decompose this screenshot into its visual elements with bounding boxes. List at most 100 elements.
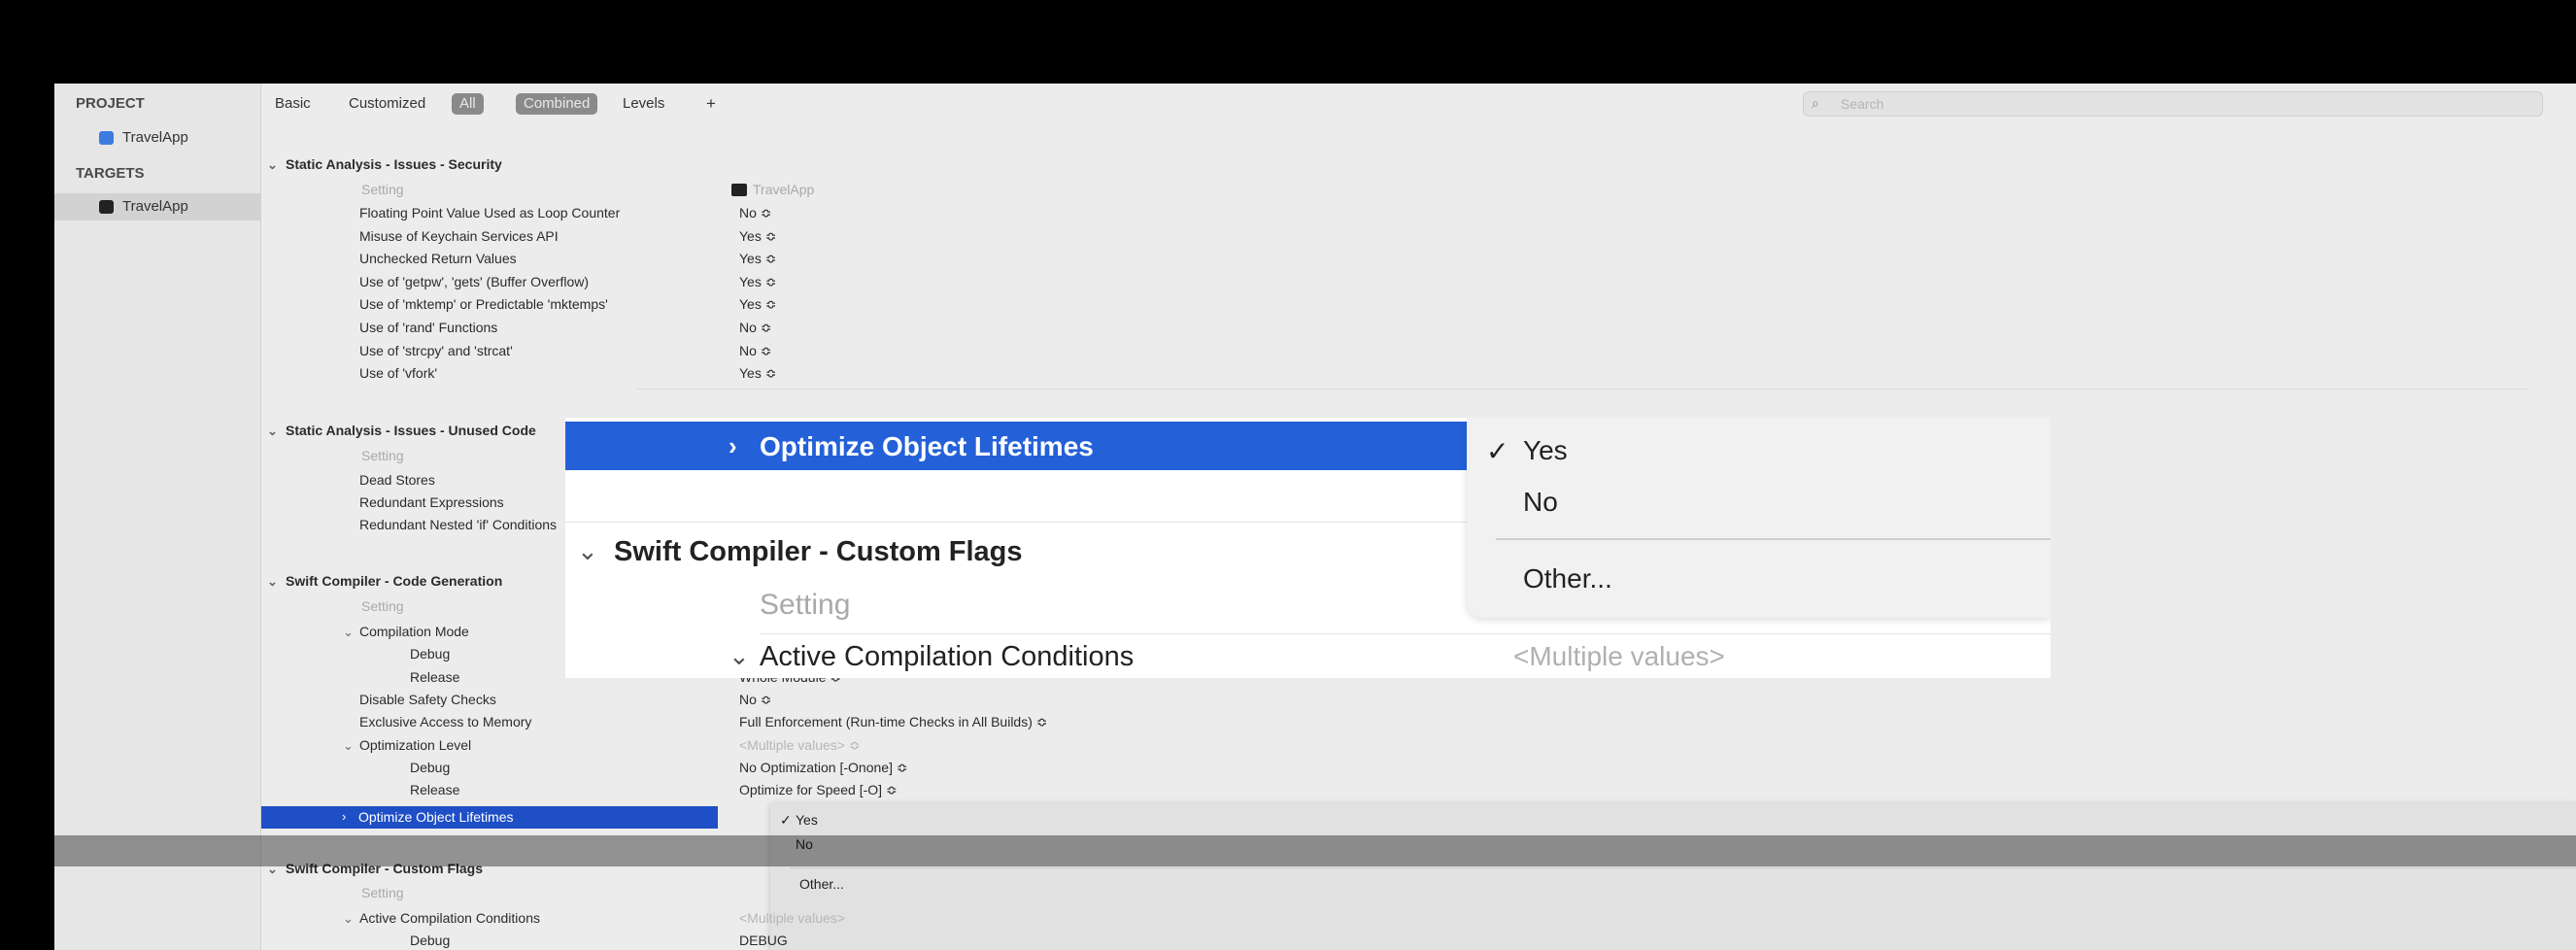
checkmark-icon: ✓ [1486,436,1509,466]
setting-name: Dead Stores [359,472,435,488]
setting-value[interactable]: Full Enforcement (Run-time Checks in All… [739,711,1048,733]
project-navigator: PROJECT TravelApp TARGETS TravelApp [54,84,261,950]
setting-value[interactable]: No ≎ [739,340,772,362]
target-item-label: TravelApp [122,198,188,215]
app-project-icon [99,131,114,145]
chevron-right-icon: › [729,431,737,460]
setting-row-active-compilation-conditions[interactable]: ⌄ Active Compilation Conditions <Multipl… [261,907,2576,930]
tab-combined[interactable]: Combined [516,93,598,115]
project-item-label: TravelApp [122,129,188,146]
setting-column-header: Setting [361,885,404,900]
chevron-down-icon: ⌄ [729,641,750,670]
menu-divider [1496,538,2051,540]
dimming-overlay [54,835,2576,866]
setting-name: Debug [410,760,451,775]
setting-name: Use of 'vfork' [359,365,438,381]
setting-row-opt-debug[interactable]: Debug No Optimization [-Onone] ≎ [261,757,2576,779]
setting-column-header: Setting [361,598,404,614]
divider [565,522,1467,523]
section-header-security[interactable]: ⌄ Static Analysis - Issues - Security [261,153,2576,176]
setting-value[interactable]: Yes ≎ [739,362,776,385]
setting-name: Floating Point Value Used as Loop Counte… [359,205,621,221]
setting-column-header: Setting [361,182,404,197]
zoom-setting-name: Optimize Object Lifetimes [760,431,1094,461]
setting-name: Redundant Expressions [359,494,504,510]
setting-row-optimize-object-lifetimes[interactable]: › Optimize Object Lifetimes [261,806,718,829]
tab-all[interactable]: All [452,93,484,115]
tab-basic[interactable]: Basic [267,93,319,115]
divider [760,633,2051,634]
setting-row[interactable]: Use of 'rand' Functions No ≎ [261,317,2576,339]
setting-name: Debug [410,646,451,662]
setting-name: Debug [410,933,451,948]
setting-row[interactable]: Use of 'vfork' Yes ≎ [261,362,2576,385]
setting-row-disable-safety[interactable]: Disable Safety Checks No ≎ [261,689,2576,711]
setting-name: Misuse of Keychain Services API [359,228,559,244]
target-column-header: TravelApp [753,182,815,197]
menu-item-no[interactable]: No [1523,487,1558,518]
setting-value[interactable]: Yes ≎ [739,225,776,248]
setting-value[interactable]: <Multiple values> [739,907,845,930]
setting-value[interactable]: No ≎ [739,317,772,339]
setting-name: Optimize Object Lifetimes [358,809,514,825]
setting-value[interactable]: Yes ≎ [739,271,776,293]
setting-value[interactable]: Optimize for Speed [-O] ≎ [739,779,898,801]
setting-name: Compilation Mode [359,624,469,639]
zoom-highlighted-row: › Optimize Object Lifetimes [565,422,1467,470]
zoom-setting-name: Active Compilation Conditions [760,641,1135,672]
menu-item-yes[interactable]: Yes [1523,435,1568,466]
setting-row[interactable]: Misuse of Keychain Services API Yes ≎ [261,225,2576,248]
setting-row[interactable]: Unchecked Return Values Yes ≎ [261,248,2576,270]
setting-name: Use of 'mktemp' or Predictable 'mktemps' [359,296,608,312]
setting-name: Use of 'getpw', 'gets' (Buffer Overflow) [359,274,590,289]
checkmark-icon: ✓ [780,812,792,828]
setting-value[interactable]: No Optimization [-Onone] ≎ [739,757,908,779]
setting-value[interactable]: Yes ≎ [739,248,776,270]
setting-name: Use of 'rand' Functions [359,320,498,335]
divider [635,389,2527,390]
setting-value[interactable]: Yes ≎ [739,293,776,316]
setting-row[interactable]: Use of 'strcpy' and 'strcat' No ≎ [261,340,2576,362]
setting-row-optimization-level[interactable]: ⌄ Optimization Level <Multiple values> ≎ [261,734,2576,757]
setting-value[interactable]: DEBUG [739,930,788,950]
menu-item-other[interactable]: Other... [1523,563,1612,594]
section-title: Swift Compiler - Code Generation [286,573,503,589]
filter-toolbar: Basic Customized All Combined Levels + ⌕… [261,84,2576,124]
section-title: Static Analysis - Issues - Unused Code [286,423,536,438]
search-placeholder: Search [1841,96,1884,112]
chevron-down-icon: ⌄ [267,574,278,589]
setting-row[interactable]: Use of 'mktemp' or Predictable 'mktemps'… [261,293,2576,316]
setting-row[interactable]: Floating Point Value Used as Loop Counte… [261,202,2576,224]
tab-levels[interactable]: Levels [615,93,672,115]
targets-heading: TARGETS [76,165,145,182]
search-icon: ⌕ [1812,95,1819,111]
setting-value[interactable]: No ≎ [739,689,772,711]
setting-value[interactable]: No ≎ [739,202,772,224]
target-item-travelapp[interactable]: TravelApp [54,193,260,221]
search-field[interactable]: ⌕ Search [1803,91,2543,117]
app-target-icon [99,200,114,214]
menu-item-yes[interactable]: Yes [796,812,818,828]
project-item-travelapp[interactable]: TravelApp [54,124,260,152]
setting-name: Release [410,782,460,797]
project-heading: PROJECT [76,95,145,112]
setting-row-opt-release[interactable]: Release Optimize for Speed [-O] ≎ [261,779,2576,801]
setting-name: Optimization Level [359,737,472,753]
setting-name: Exclusive Access to Memory [359,714,532,729]
chevron-down-icon: ⌄ [577,536,598,565]
setting-row-debug[interactable]: Debug DEBUG [261,930,2576,950]
zoom-section-title: Swift Compiler - Custom Flags [614,536,1023,567]
setting-name: Disable Safety Checks [359,692,496,707]
setting-name: Use of 'strcpy' and 'strcat' [359,343,513,358]
setting-value[interactable]: <Multiple values> ≎ [739,734,861,757]
setting-row-exclusive-access[interactable]: Exclusive Access to Memory Full Enforcem… [261,711,2576,733]
zoom-setting-value: <Multiple values> [1513,641,1725,671]
column-header-row: Setting [261,882,2576,904]
setting-row[interactable]: Use of 'getpw', 'gets' (Buffer Overflow)… [261,271,2576,293]
add-setting-button[interactable]: + [698,93,724,115]
tab-customized[interactable]: Customized [341,93,433,115]
setting-name: Unchecked Return Values [359,251,517,266]
app-target-icon [731,184,747,196]
zoom-callout: › Optimize Object Lifetimes ⌄ Swift Comp… [565,418,2051,678]
setting-name: Release [410,669,460,685]
